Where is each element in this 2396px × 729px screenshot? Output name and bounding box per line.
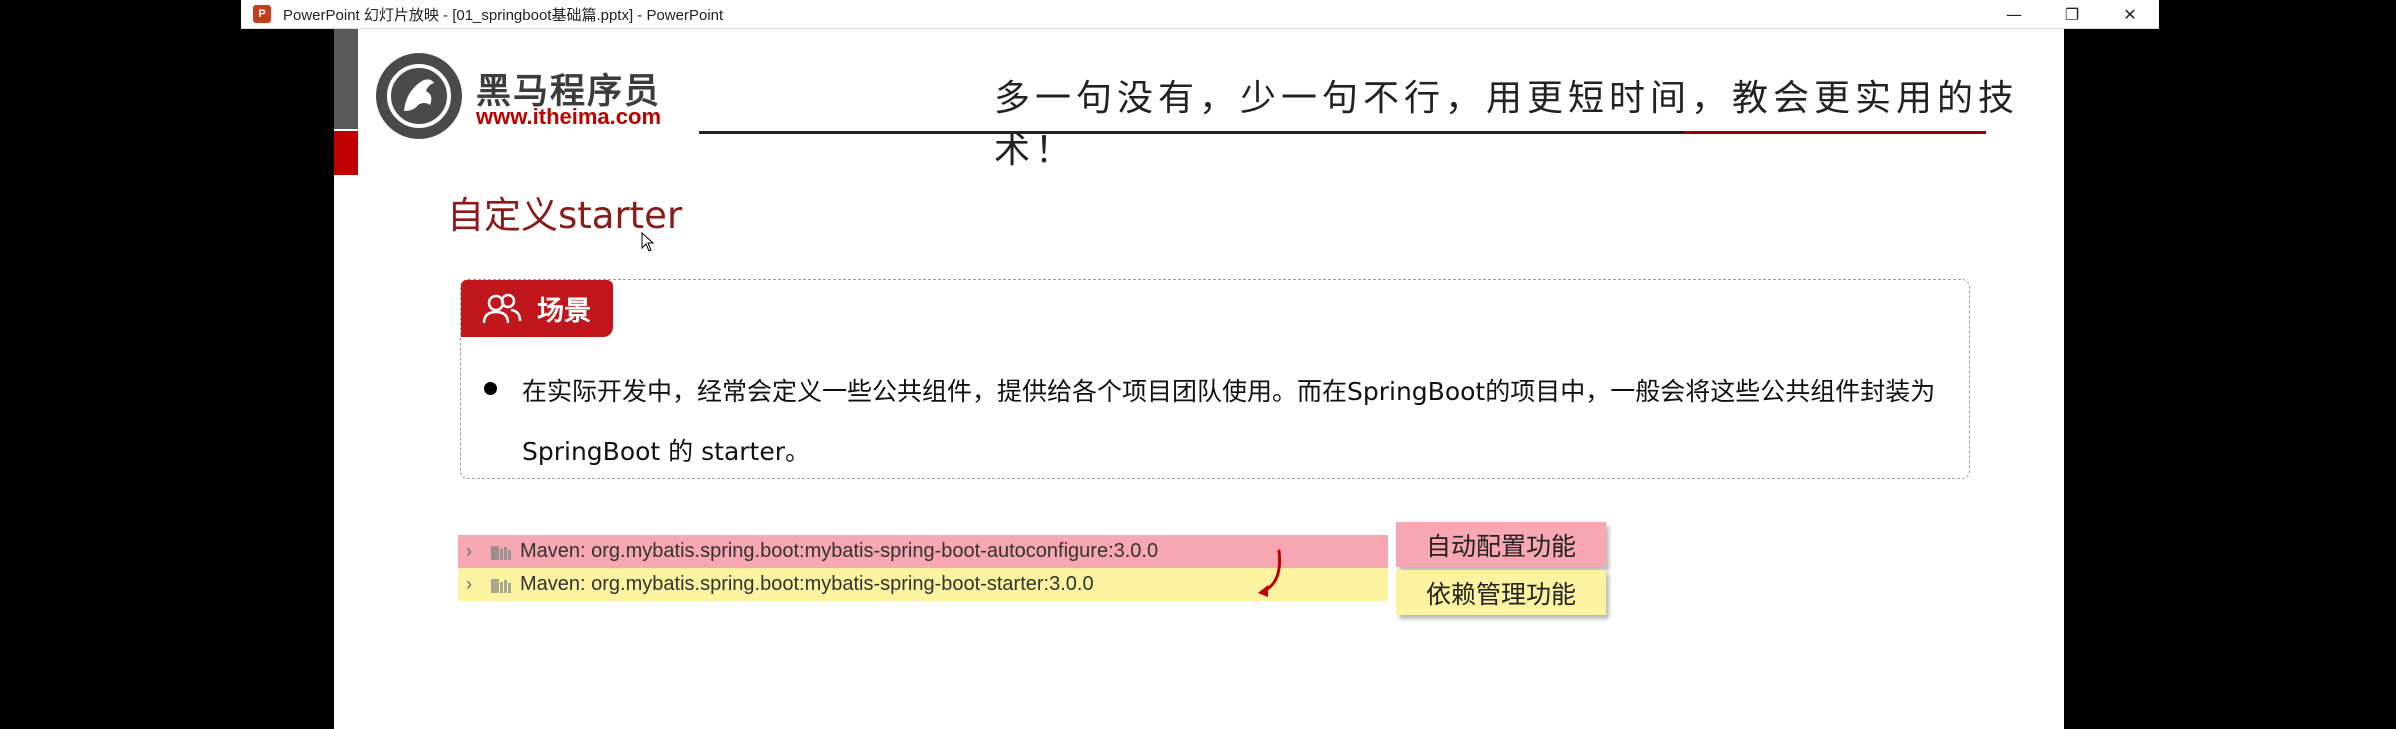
library-icon	[490, 576, 512, 594]
window-controls: — ❐ ✕	[1985, 0, 2159, 28]
header-divider-accent	[1684, 131, 1986, 134]
dependency-row-starter: › Maven: org.mybatis.spring.boot:mybatis…	[458, 568, 1388, 601]
dependency-label: Maven: org.mybatis.spring.boot:mybatis-s…	[520, 573, 1094, 595]
decor-bar-gray	[334, 29, 358, 129]
bullet-icon	[484, 382, 497, 395]
mouse-cursor-icon	[641, 231, 655, 256]
close-button[interactable]: ✕	[2101, 0, 2159, 28]
decor-bar-red	[334, 131, 358, 175]
logo-url: www.itheima.com	[476, 104, 662, 129]
slide-title: 自定义starter	[447, 194, 683, 237]
header-divider	[699, 131, 1699, 134]
minimize-button[interactable]: —	[1985, 0, 2043, 28]
slogan: 多一句没有，少一句不行，用更短时间，教会更实用的技术！	[994, 78, 2020, 171]
feature-autoconfig-label: 自动配置功能	[1396, 522, 1606, 567]
bullet-text-line2: SpringBoot 的 starter。	[522, 437, 811, 466]
chevron-right-icon: ›	[466, 541, 472, 561]
horse-logo-icon	[376, 53, 462, 139]
slide[interactable]: 黑马程序员 www.itheima.com 多一句没有，少一句不行，用更短时间，…	[334, 29, 2064, 729]
users-icon	[481, 292, 523, 326]
powerpoint-icon: P	[253, 5, 271, 23]
window-title-bar: P PowerPoint 幻灯片放映 - [01_springboot基础篇.p…	[241, 0, 2159, 29]
bullet-text-line1: 在实际开发中，经常会定义一些公共组件，提供给各个项目团队使用。而在SpringB…	[522, 377, 1936, 406]
dependency-row-autoconfigure: › Maven: org.mybatis.spring.boot:mybatis…	[458, 535, 1388, 568]
scene-tab: 场景	[461, 280, 613, 337]
library-icon	[490, 543, 512, 561]
scene-label: 场景	[537, 296, 591, 327]
restore-button[interactable]: ❐	[2043, 0, 2101, 28]
chevron-right-icon: ›	[466, 574, 472, 594]
arrow-annotation-icon	[1254, 547, 1288, 603]
window-title: PowerPoint 幻灯片放映 - [01_springboot基础篇.ppt…	[283, 6, 724, 24]
feature-dependency-label: 依赖管理功能	[1396, 570, 1606, 615]
dependency-label: Maven: org.mybatis.spring.boot:mybatis-s…	[520, 540, 1159, 562]
